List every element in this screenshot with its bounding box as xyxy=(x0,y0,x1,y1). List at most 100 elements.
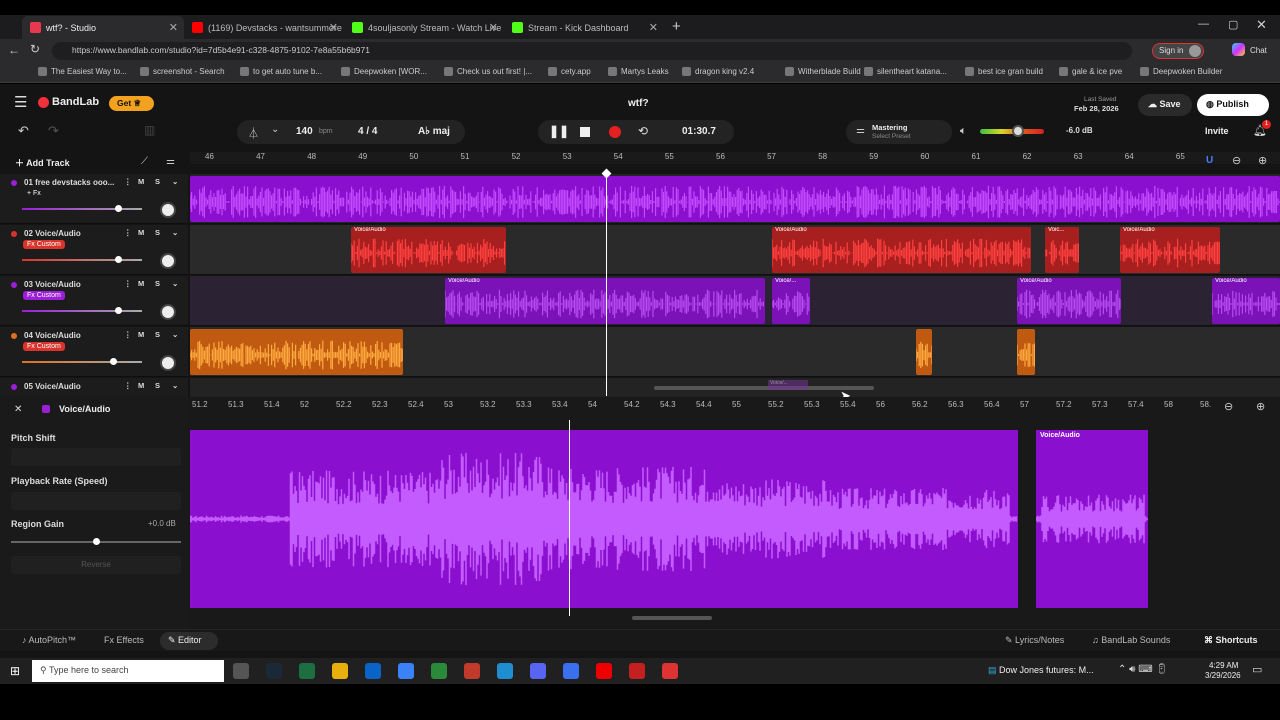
track-volume-slider[interactable] xyxy=(22,310,142,312)
track-settings-icon[interactable]: ⚌ xyxy=(166,156,175,167)
add-track-button[interactable]: ＋ Add Track xyxy=(15,156,70,169)
track-pan-knob[interactable] xyxy=(160,202,176,218)
key-signature[interactable]: A♭ maj xyxy=(418,126,450,137)
mute-button[interactable]: M xyxy=(138,330,144,339)
editor-second-region[interactable]: Voice/Audio xyxy=(1036,430,1148,608)
redo-icon[interactable]: ↷ xyxy=(48,123,59,139)
track-name[interactable]: 03 Voice/Audio xyxy=(24,280,81,289)
tempo-value[interactable]: 140 xyxy=(296,126,313,137)
stop-button[interactable] xyxy=(580,127,590,137)
project-title[interactable]: wtf? xyxy=(628,98,649,109)
vim-icon[interactable] xyxy=(431,663,447,679)
menu-icon[interactable]: ☰ xyxy=(14,93,27,111)
roblox-icon[interactable] xyxy=(464,663,480,679)
windows-start-icon[interactable]: ⊞ xyxy=(10,664,20,678)
acrobat-icon[interactable] xyxy=(629,663,645,679)
track-name[interactable]: 02 Voice/Audio xyxy=(24,229,81,238)
master-volume-knob[interactable] xyxy=(1012,125,1025,137)
track-menu-icon[interactable]: ⋮ xyxy=(124,228,132,237)
steam-icon[interactable] xyxy=(266,663,282,679)
invite-button[interactable]: Invite xyxy=(1205,126,1229,136)
track-menu-icon[interactable]: ⋮ xyxy=(124,177,132,186)
bookmark-item[interactable]: The Easiest Way to... xyxy=(38,67,127,76)
track-pan-knob[interactable] xyxy=(160,253,176,269)
url-field[interactable]: https://www.bandlab.com/studio?id=7d5b4e… xyxy=(52,42,1132,60)
playback-rate-control[interactable] xyxy=(11,492,181,510)
audio-region[interactable] xyxy=(190,176,1280,222)
time-signature[interactable]: 4 / 4 xyxy=(358,126,377,137)
track-fx-badge[interactable]: Fx Custom xyxy=(23,291,65,300)
track-volume-knob[interactable] xyxy=(115,205,122,212)
editor-ruler[interactable]: 51.2 51.3 51.4 52 52.2 52.3 52.4 53 53.2 53.3 53.4… xyxy=(190,398,1280,412)
track-name[interactable]: 04 Voice/Audio xyxy=(24,331,81,340)
editor-scrollbar[interactable] xyxy=(632,616,712,620)
record-button[interactable] xyxy=(609,126,621,138)
system-tray-icons[interactable]: ⌃ 🔊︎ ⌨ 🔋︎ xyxy=(1118,664,1168,675)
track-menu-icon[interactable]: ⋮ xyxy=(124,279,132,288)
track-header[interactable]: 01 free devstacks ooo... ⋮ M S ⌄ + Fx xyxy=(0,174,188,224)
bookmark-item[interactable]: Martys Leaks xyxy=(608,67,669,76)
audio-region[interactable]: Voice/Audio xyxy=(1212,278,1280,324)
track-header[interactable]: 02 Voice/Audio ⋮ M S ⌄ Fx Custom xyxy=(0,225,188,275)
editor-waveform-region[interactable] xyxy=(190,430,1018,608)
region-gain-slider[interactable] xyxy=(11,538,181,545)
browser-tab[interactable]: (1169) Devstacks - wantsummore ✕ xyxy=(184,16,344,39)
shortcuts-tab[interactable]: ⌘ Shortcuts xyxy=(1204,635,1258,646)
tool-icon[interactable]: ⟋ xyxy=(141,156,148,167)
track-volume-slider[interactable] xyxy=(22,361,142,363)
track-lane[interactable]: Voice/Audio Voice/Audio Voic... Voice/Audio xyxy=(190,225,1280,275)
timeline-ruler[interactable]: 46 47 48 49 50 51 52 53 54 55 56 57 58 59 60 61 62 63 64 65 xyxy=(190,152,1280,164)
mute-button[interactable]: M xyxy=(138,177,144,186)
time-display[interactable]: 01:30.7 xyxy=(682,126,716,137)
sign-in-button[interactable]: Sign in xyxy=(1152,43,1204,59)
bookmark-item[interactable]: Deepwoken Builder xyxy=(1140,67,1222,76)
discord-icon[interactable] xyxy=(530,663,546,679)
get-membership-button[interactable]: Get ♕ xyxy=(109,96,154,111)
pitch-shift-control[interactable] xyxy=(11,448,181,466)
refresh-icon[interactable]: ↻ xyxy=(30,42,40,56)
track-menu-icon[interactable]: ⋮ xyxy=(124,381,132,390)
back-icon[interactable]: ← xyxy=(8,43,20,57)
audio-region[interactable]: Voice/Audio xyxy=(351,227,506,273)
metronome-icon[interactable]: ⏃ xyxy=(248,125,259,141)
new-tab-button[interactable]: + xyxy=(672,18,681,35)
lyrics-notes-tab[interactable]: ✎ Lyrics/Notes xyxy=(1005,635,1064,646)
track-fx-badge[interactable]: Fx Custom xyxy=(23,342,65,351)
track-header[interactable]: 05 Voice/Audio ⋮ M S ⌄ xyxy=(0,378,188,398)
bookmark-item[interactable]: Check us out first! |... xyxy=(444,67,532,76)
chevron-down-icon[interactable]: ⌄ xyxy=(172,177,178,186)
editor-zoom-out-icon[interactable]: ⊖ xyxy=(1224,400,1233,413)
notification-center-icon[interactable]: ▭ xyxy=(1252,663,1262,676)
reverse-button[interactable]: Reverse xyxy=(11,556,181,574)
audio-region[interactable]: Voice/... xyxy=(772,278,810,324)
zoom-out-icon[interactable]: ⊖ xyxy=(1232,154,1241,167)
track-lane[interactable] xyxy=(190,174,1280,224)
youtube-icon[interactable] xyxy=(596,663,612,679)
bookmark-item[interactable]: dragon king v2.4 xyxy=(682,67,754,76)
audio-region[interactable]: Voice/Audio xyxy=(772,227,1031,273)
minimize-window-button[interactable]: — xyxy=(1198,18,1209,30)
chrome-icon[interactable] xyxy=(662,663,678,679)
chevron-down-icon[interactable]: ⌄ xyxy=(172,228,178,237)
audio-region[interactable]: Voice/Audio xyxy=(1120,227,1220,273)
track-pan-knob[interactable] xyxy=(160,355,176,371)
master-volume-slider[interactable] xyxy=(980,125,1044,137)
bookmark-item[interactable]: screenshot - Search xyxy=(140,67,225,76)
audio-region[interactable] xyxy=(916,329,932,375)
pause-button[interactable]: ❚❚ xyxy=(549,124,569,138)
zoom-in-icon[interactable]: ⊕ xyxy=(1258,154,1267,167)
editor-tab[interactable]: ✎ Editor xyxy=(160,632,218,650)
audio-region[interactable]: Voic... xyxy=(1045,227,1079,273)
file-explorer-icon[interactable] xyxy=(332,663,348,679)
audio-region[interactable]: Voice/Audio xyxy=(445,278,765,324)
mute-button[interactable]: M xyxy=(138,279,144,288)
bookmark-item[interactable]: Witherblade Build xyxy=(785,67,861,76)
edge-icon[interactable] xyxy=(497,663,513,679)
publish-button[interactable]: ◍ Publish xyxy=(1197,94,1269,116)
save-button[interactable]: ☁ Save xyxy=(1138,94,1192,116)
copilot-icon[interactable] xyxy=(1232,43,1245,56)
autopitch-tab[interactable]: ♪ AutoPitch™ xyxy=(22,635,76,645)
browser-tab[interactable]: 4souljasonly Stream - Watch Live ✕ xyxy=(344,16,504,39)
taskbar-search-box[interactable]: ⚲ Type here to search xyxy=(32,660,224,682)
bookmark-item[interactable]: silentheart katana... xyxy=(864,67,947,76)
